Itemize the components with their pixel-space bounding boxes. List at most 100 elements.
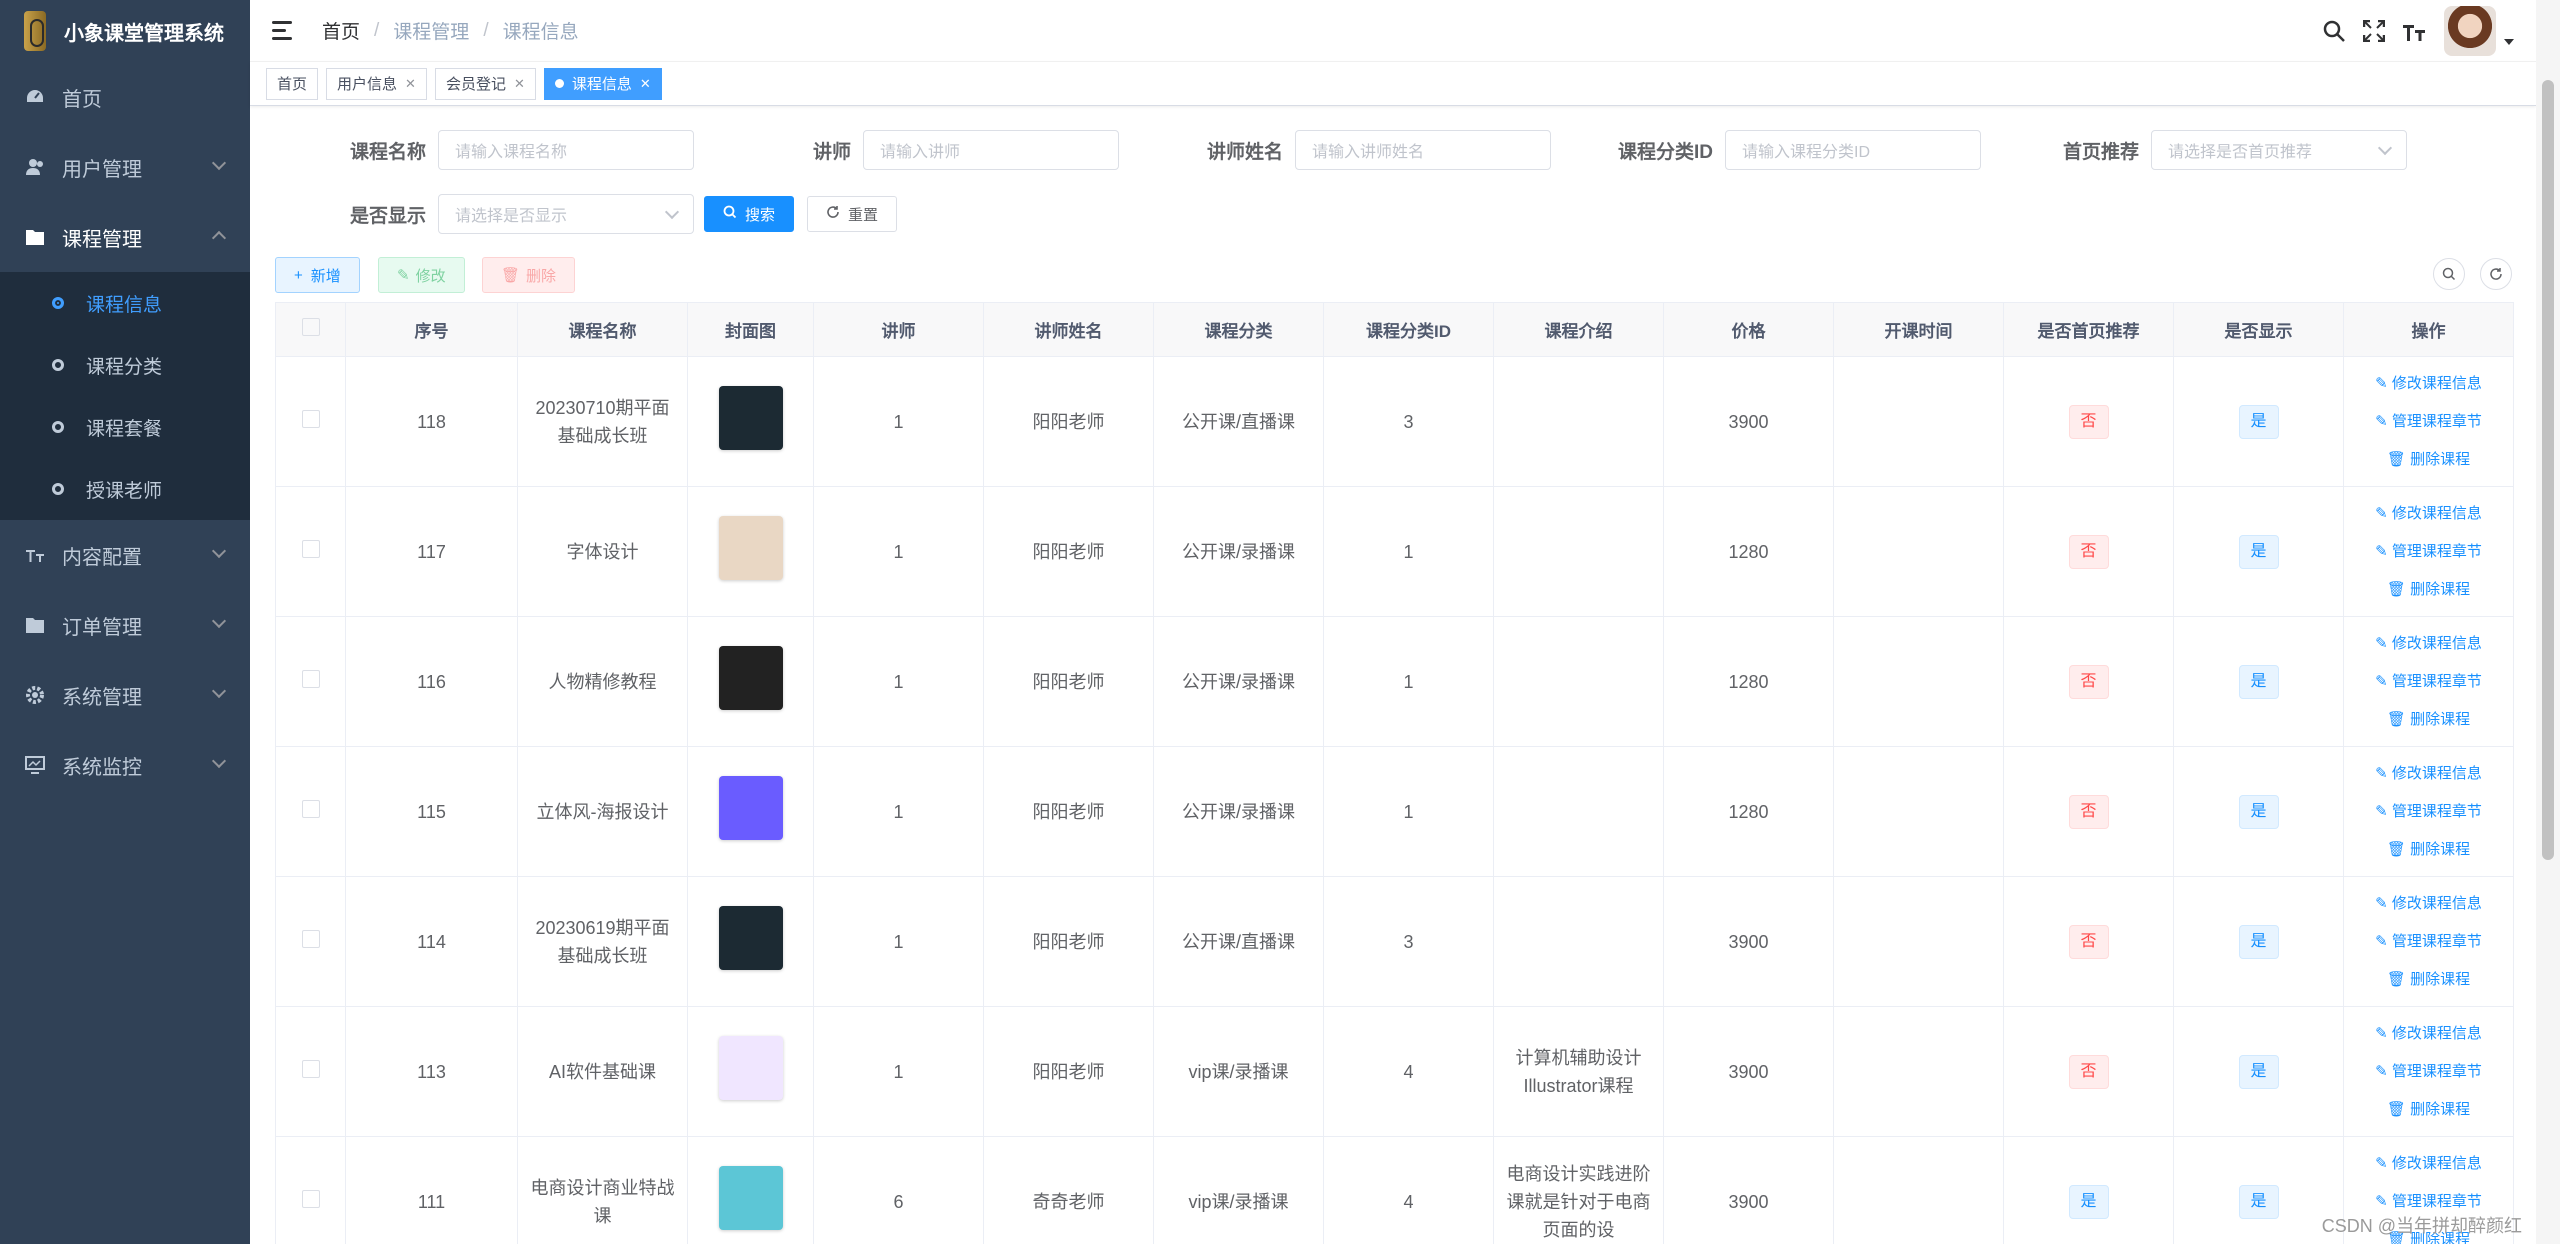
breadcrumb-item[interactable]: 首页 <box>322 17 360 44</box>
display-select[interactable]: 请选择是否显示 <box>438 194 695 234</box>
tag-member-register[interactable]: 会员登记 ✕ <box>434 67 536 100</box>
edit-course-link[interactable]: ✎ 修改课程信息 <box>2375 1020 2482 1048</box>
row-checkbox[interactable] <box>301 799 320 818</box>
select-all-header <box>275 302 346 357</box>
chevron-down-icon <box>211 613 227 629</box>
cell-price: 1280 <box>1663 486 1834 617</box>
edit-course-link[interactable]: ✎ 修改课程信息 <box>2375 1150 2482 1178</box>
delete-course-link[interactable]: 🗑 删除课程 <box>2387 836 2470 864</box>
cell-teacher-name: 阳阳老师 <box>983 876 1154 1007</box>
cover-image[interactable] <box>718 1035 783 1100</box>
submenu-item-teachers[interactable]: 授课老师 <box>0 458 250 520</box>
edit-course-link[interactable]: ✎ 修改课程信息 <box>2375 500 2482 528</box>
cover-image[interactable] <box>718 1165 783 1230</box>
radio-dot-icon <box>52 483 64 495</box>
sidebar-item-orders[interactable]: 订单管理 <box>0 590 250 660</box>
refresh-icon <box>2490 268 2502 280</box>
cover-image[interactable] <box>718 775 783 840</box>
manage-chapters-link[interactable]: ✎ 管理课程章节 <box>2375 928 2482 956</box>
submenu-item-course-category[interactable]: 课程分类 <box>0 334 250 396</box>
cover-image[interactable] <box>718 385 783 450</box>
close-icon[interactable]: ✕ <box>514 76 525 92</box>
search-button[interactable]: 搜索 <box>704 196 795 232</box>
sidebar-item-courses[interactable]: 课程管理 <box>0 202 250 272</box>
cell-display: 是 <box>2173 616 2344 747</box>
submenu-item-course-info[interactable]: 课程信息 <box>0 272 250 334</box>
field-label: 首页推荐 <box>2063 141 2140 163</box>
column-header: 封面图 <box>687 302 814 357</box>
manage-chapters-link[interactable]: ✎ 管理课程章节 <box>2375 668 2482 696</box>
row-checkbox[interactable] <box>301 1059 320 1078</box>
teacher-name-input[interactable]: 请输入讲师姓名 <box>1295 130 1552 170</box>
row-checkbox[interactable] <box>301 669 320 688</box>
sidebar-item-system[interactable]: 系统管理 <box>0 660 250 730</box>
cell-homepage: 否 <box>2003 486 2174 617</box>
cell-price: 3900 <box>1663 1006 1834 1137</box>
cell-cover <box>687 486 814 617</box>
tag-course-info[interactable]: 课程信息 ✕ <box>543 67 662 100</box>
homepage-select[interactable]: 请选择是否首页推荐 <box>2151 130 2408 170</box>
sidebar-item-home[interactable]: 首页 <box>0 62 250 132</box>
scrollbar-thumb[interactable] <box>2542 80 2554 860</box>
cover-image[interactable] <box>718 905 783 970</box>
manage-chapters-link[interactable]: ✎ 管理课程章节 <box>2375 1058 2482 1086</box>
row-checkbox[interactable] <box>301 409 320 428</box>
delete-course-link[interactable]: 🗑 删除课程 <box>2387 1096 2470 1124</box>
submenu-item-course-package[interactable]: 课程套餐 <box>0 396 250 458</box>
avatar[interactable] <box>2444 6 2496 56</box>
category-id-input[interactable]: 请输入课程分类ID <box>1725 130 1982 170</box>
close-icon[interactable]: ✕ <box>405 76 416 92</box>
table-row: 114 20230619期平面基础成长班 1 阳阳老师 公开课/直播课 3 3900 否 是 ✎ … <box>275 876 2514 1007</box>
manage-chapters-link[interactable]: ✎ 管理课程章节 <box>2375 798 2482 826</box>
table-row: 113 AI软件基础课 1 阳阳老师 vip课/录播课 4 计算机辅助设计Illustrat… <box>275 1006 2514 1137</box>
teacher-input[interactable]: 请输入讲师 <box>863 130 1120 170</box>
course-name-input[interactable]: 请输入课程名称 <box>438 130 695 170</box>
row-checkbox[interactable] <box>301 539 320 558</box>
refresh-button[interactable] <box>2480 258 2512 290</box>
cell-name: 人物精修教程 <box>517 616 688 747</box>
delete-course-link[interactable]: 🗑 删除课程 <box>2387 706 2470 734</box>
row-checkbox[interactable] <box>301 1189 320 1208</box>
delete-course-link[interactable]: 🗑 删除课程 <box>2387 966 2470 994</box>
edit-course-link[interactable]: ✎ 修改课程信息 <box>2375 630 2482 658</box>
display-badge: 是 <box>2238 924 2279 959</box>
select-all-checkbox[interactable] <box>301 318 320 336</box>
row-checkbox[interactable] <box>301 929 320 948</box>
search-icon[interactable] <box>2314 11 2354 51</box>
edit-course-link[interactable]: ✎ 修改课程信息 <box>2375 890 2482 918</box>
hamburger-icon[interactable] <box>272 20 296 41</box>
manage-chapters-link[interactable]: ✎ 管理课程章节 <box>2375 538 2482 566</box>
cell-teacher: 1 <box>813 356 984 487</box>
tag-home[interactable]: 首页 <box>266 67 319 100</box>
sidebar-item-content[interactable]: 内容配置 <box>0 520 250 590</box>
fullscreen-icon[interactable] <box>2354 11 2394 51</box>
field-teacher-name: 讲师姓名 请输入讲师姓名 <box>1207 130 1552 170</box>
edit-course-link[interactable]: ✎ 修改课程信息 <box>2375 370 2482 398</box>
edit-button[interactable]: ✎ 修改 <box>378 257 465 293</box>
add-button[interactable]: + 新增 <box>275 257 360 293</box>
cover-image[interactable] <box>718 515 783 580</box>
sidebar-item-users[interactable]: 用户管理 <box>0 132 250 202</box>
cell-category: 公开课/直播课 <box>1153 356 1324 487</box>
tag-user-info[interactable]: 用户信息 ✕ <box>326 67 427 100</box>
caret-down-icon[interactable] <box>2504 39 2514 45</box>
reset-button[interactable]: 重置 <box>807 196 898 232</box>
user-icon <box>24 156 46 178</box>
cover-image[interactable] <box>718 645 783 710</box>
delete-course-link[interactable]: 🗑 删除课程 <box>2387 446 2470 474</box>
sidebar-item-monitor[interactable]: 系统监控 <box>0 730 250 800</box>
op-label: 删除课程 <box>2410 970 2471 988</box>
table-body: 118 20230710期平面基础成长班 1 阳阳老师 公开课/直播课 3 3900 否是 ✎ … <box>275 356 2514 1244</box>
op-label: 管理课程章节 <box>2391 1062 2482 1080</box>
scrollbar[interactable] <box>2536 0 2560 1244</box>
close-icon[interactable]: ✕ <box>640 76 651 92</box>
cell-name: 20230619期平面基础成长班 <box>517 876 688 1007</box>
delete-button[interactable]: 🗑 删除 <box>482 257 576 293</box>
search-toggle-button[interactable] <box>2433 258 2465 290</box>
cell-price: 3900 <box>1663 356 1834 487</box>
delete-course-link[interactable]: 🗑 删除课程 <box>2387 576 2470 604</box>
edit-course-link[interactable]: ✎ 修改课程信息 <box>2375 760 2482 788</box>
manage-chapters-link[interactable]: ✎ 管理课程章节 <box>2375 408 2482 436</box>
display-badge: 是 <box>2238 664 2279 699</box>
text-size-icon[interactable] <box>2394 11 2434 51</box>
